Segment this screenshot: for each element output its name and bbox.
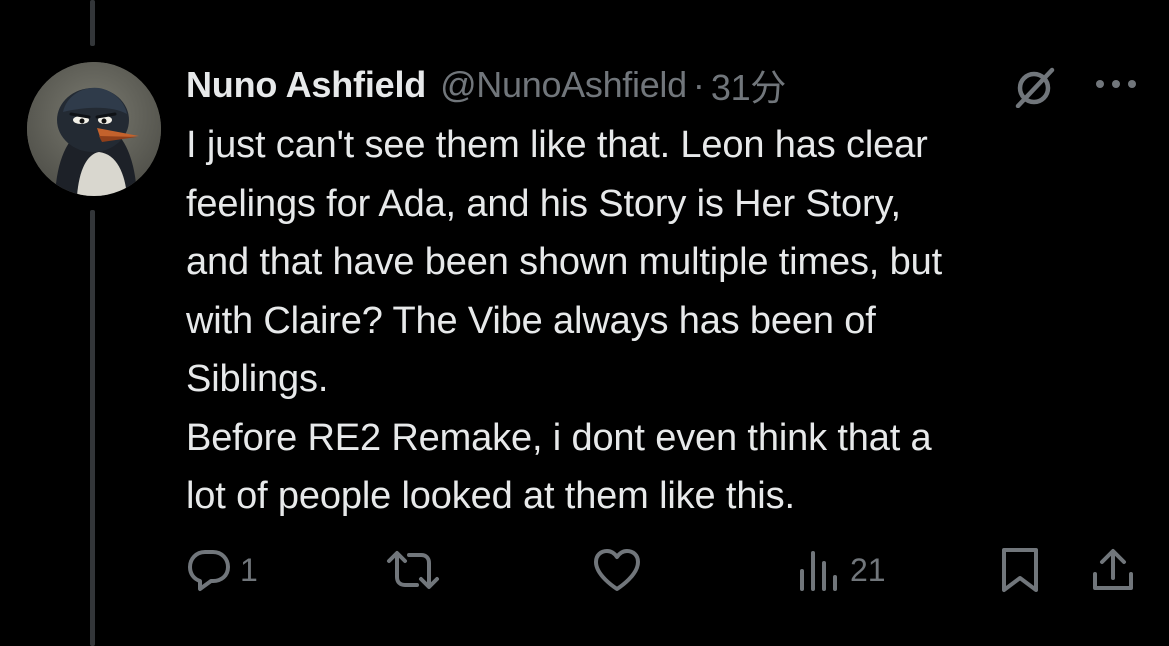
reply-button[interactable]: 1 [186,540,258,600]
tweet-text-line: and that have been shown multiple times,… [186,241,942,283]
thread-line-top [90,0,95,46]
bookmark-icon [1002,548,1038,592]
action-bar: 1 21 [0,540,1169,600]
separator-dot: · [692,64,705,105]
tweet-text-line: with Claire? The Vibe always has been of [186,299,876,342]
display-name[interactable]: Nuno Ashfield [186,64,426,106]
repost-button[interactable] [385,540,449,600]
views-button[interactable]: 21 [796,540,886,600]
views-icon [800,551,837,591]
share-button[interactable] [1090,540,1136,600]
tweet-text-line: feelings for Ada, and his Story is Her S… [186,182,901,225]
reply-count: 1 [240,551,258,588]
tweet-text: I just can't see them like that. Leon ha… [186,116,1146,526]
avatar[interactable] [27,62,161,196]
penguin-avatar-icon [27,62,161,196]
tweet-text-line: lot of people looked at them like this. [186,475,795,517]
tweet-text-line: Before RE2 Remake, i dont even think tha… [186,416,932,459]
views-count: 21 [850,551,886,588]
tweet-header: Nuno Ashfield @NunoAshfield · 31分 [186,60,786,110]
reply-icon [188,550,230,591]
tweet-text-line: I just can't see them like that. Leon ha… [186,124,928,166]
bookmark-button[interactable] [998,540,1042,600]
like-button[interactable] [592,540,650,600]
tweet-text-line: Siblings. [186,358,329,400]
user-handle[interactable]: @NunoAshfield [440,64,687,106]
timestamp[interactable]: 31分 [711,59,786,111]
share-icon [1093,549,1133,590]
grok-icon[interactable] [1012,66,1058,109]
repost-icon [387,551,439,589]
heart-icon [594,549,640,591]
more-icon[interactable] [1092,74,1140,94]
